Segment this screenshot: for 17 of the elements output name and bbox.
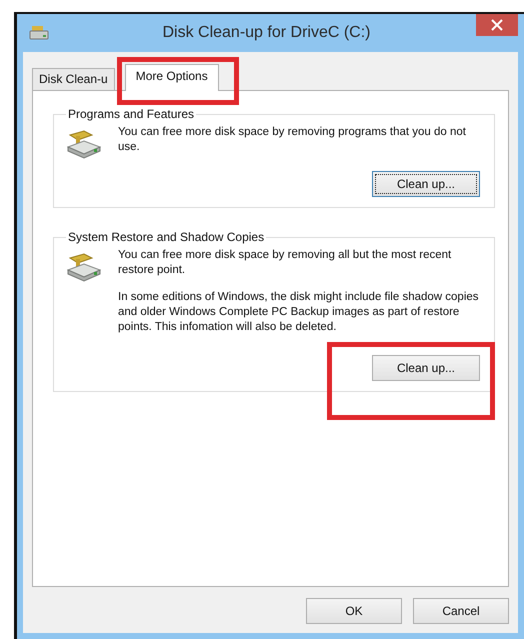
clean-up-button[interactable]: Clean up... [372,171,480,197]
disk-cleanup-icon [66,129,102,159]
close-icon [491,19,503,31]
tab[interactable]: More Options [124,64,219,91]
group-title: Programs and Features [67,107,196,121]
dialog-button[interactable]: Cancel [413,598,509,624]
clean-up-button[interactable]: Clean up... [372,355,480,381]
description-text: You can free more disk space by removing all but the most recent restore point. [118,248,452,278]
disk-cleanup-icon [29,25,49,41]
description-text: In some editions of Windows, the disk might include file shadow copies and older Windows Complete PC Backup images as part of restore points. This infomation will also be deleted. [118,290,480,335]
close-button[interactable] [476,14,518,36]
dialog-button[interactable]: OK [306,598,402,624]
group-title: System Restore and Shadow Copies [67,230,266,244]
tab[interactable]: Disk Clean-u [32,68,115,90]
description-text: You can free more disk space by removing programs that you do not use. [118,125,467,155]
disk-cleanup-icon [66,252,102,282]
window-title: Disk Clean-up for DriveC (C:) [161,24,372,42]
